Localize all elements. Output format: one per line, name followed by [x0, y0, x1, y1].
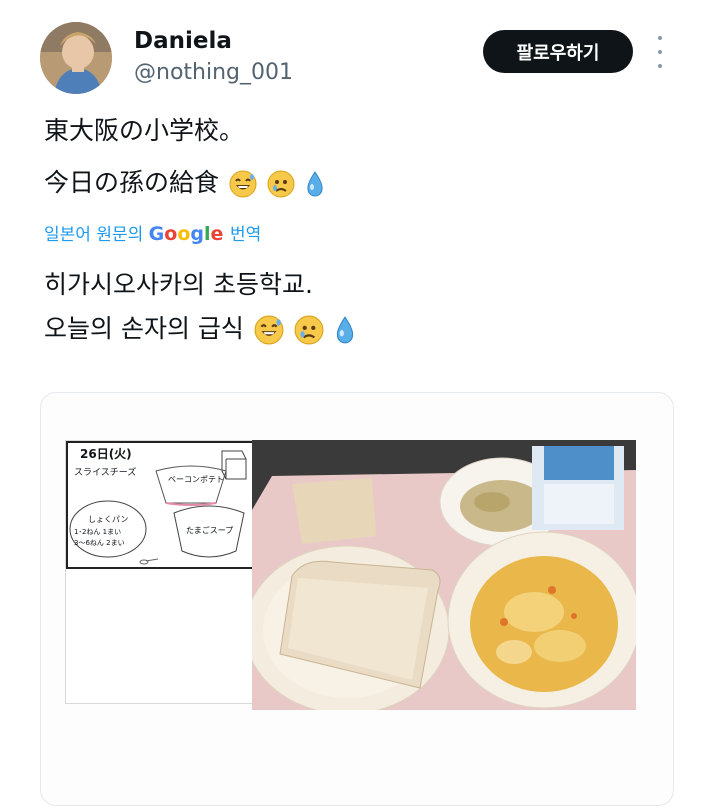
droplet-emoji: [336, 316, 353, 344]
school-lunch-photo: [252, 440, 636, 710]
menu-item-bacon-potato: ベーコンポテト: [168, 475, 224, 484]
menu-item-bread-note-1: 1･2ねん 1まい: [74, 528, 122, 536]
menu-drawing: [66, 441, 254, 569]
post-line-1: 東大阪の小学校。: [44, 114, 244, 148]
crying-face-emoji: [294, 315, 324, 345]
google-logo: Google: [148, 223, 224, 245]
menu-item-bread: しょくパン: [88, 515, 129, 524]
translated-line-1-text: 히가시오사카의 초등학교.: [44, 270, 313, 299]
translated-line-1: 히가시오사카의 초등학교.: [44, 268, 313, 302]
menu-item-egg-soup: たまごスープ: [186, 526, 234, 535]
droplet-emoji: [307, 171, 323, 197]
post-line-1-text: 東大阪の小学校。: [44, 116, 245, 145]
translated-line-2-text: 오늘의 손자의 급식: [44, 314, 244, 343]
more-vertical-icon[interactable]: [650, 36, 670, 68]
translation-link[interactable]: 일본어 원문의 Google 번역: [44, 220, 261, 245]
menu-item-cheese: スライスチーズ: [74, 468, 137, 478]
post-line-2: 今日の孫の給食: [44, 166, 325, 200]
menu-item-bread-note-2: 3〜6ねん 2まい: [74, 539, 125, 547]
avatar[interactable]: [40, 22, 112, 94]
follow-button[interactable]: 팔로우하기: [483, 30, 633, 73]
translation-prefix: 일본어 원문의: [44, 225, 144, 245]
post-line-2-text: 今日の孫の給食: [44, 168, 220, 197]
author-handle[interactable]: @nothing_001: [134, 60, 293, 85]
translated-line-2: 오늘의 손자의 급식: [44, 312, 356, 346]
menu-date: 26日(火): [80, 447, 132, 461]
translation-suffix: 번역: [230, 225, 262, 245]
grinning-sweat-emoji: [229, 170, 257, 198]
crying-face-emoji: [267, 170, 295, 198]
grinning-sweat-emoji: [254, 315, 284, 345]
lunch-menu-illustration: 26日(火) スライスチーズ ベーコンポテト しょくパン 1･2ねん 1まい 3…: [65, 440, 255, 704]
author-name[interactable]: Daniela: [134, 28, 232, 54]
